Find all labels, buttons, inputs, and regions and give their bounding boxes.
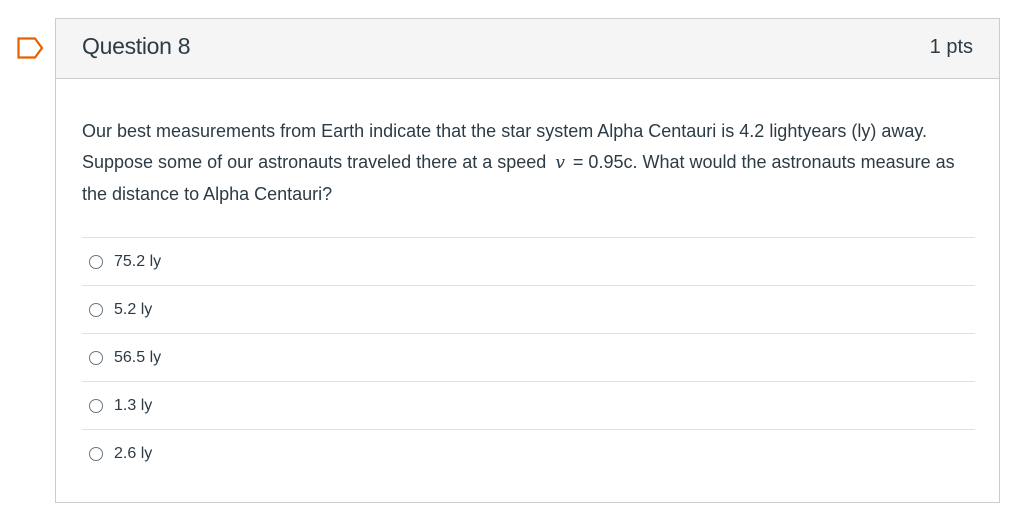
answer-option-3[interactable]: 56.5 ly bbox=[82, 333, 975, 381]
radio-button[interactable] bbox=[89, 350, 103, 365]
speed-variable: v bbox=[555, 153, 565, 173]
question-card: Question 8 1 pts Our best measurements f… bbox=[55, 18, 1000, 503]
answer-label: 56.5 ly bbox=[114, 348, 162, 366]
answer-option-2[interactable]: 5.2 ly bbox=[82, 285, 975, 333]
answer-label: 75.2 ly bbox=[114, 252, 162, 270]
question-points: 1 pts bbox=[929, 36, 973, 58]
radio-button[interactable] bbox=[89, 446, 103, 461]
question-title: Question 8 bbox=[82, 33, 191, 59]
answer-list: 75.2 ly 5.2 ly 56.5 ly 1.3 ly 2.6 ly bbox=[82, 237, 975, 477]
answer-option-4[interactable]: 1.3 ly bbox=[82, 381, 975, 429]
radio-button[interactable] bbox=[89, 254, 103, 269]
radio-button[interactable] bbox=[89, 302, 103, 317]
answer-option-1[interactable]: 75.2 ly bbox=[82, 237, 975, 285]
question-header: Question 8 1 pts bbox=[56, 19, 999, 79]
answer-label: 1.3 ly bbox=[114, 396, 153, 414]
radio-button[interactable] bbox=[89, 398, 103, 413]
flag-question-icon[interactable] bbox=[17, 37, 44, 59]
answer-label: 5.2 ly bbox=[114, 300, 153, 318]
answer-label: 2.6 ly bbox=[114, 444, 153, 462]
question-text: Our best measurements from Earth indicat… bbox=[82, 116, 982, 210]
answer-option-5[interactable]: 2.6 ly bbox=[82, 429, 975, 477]
